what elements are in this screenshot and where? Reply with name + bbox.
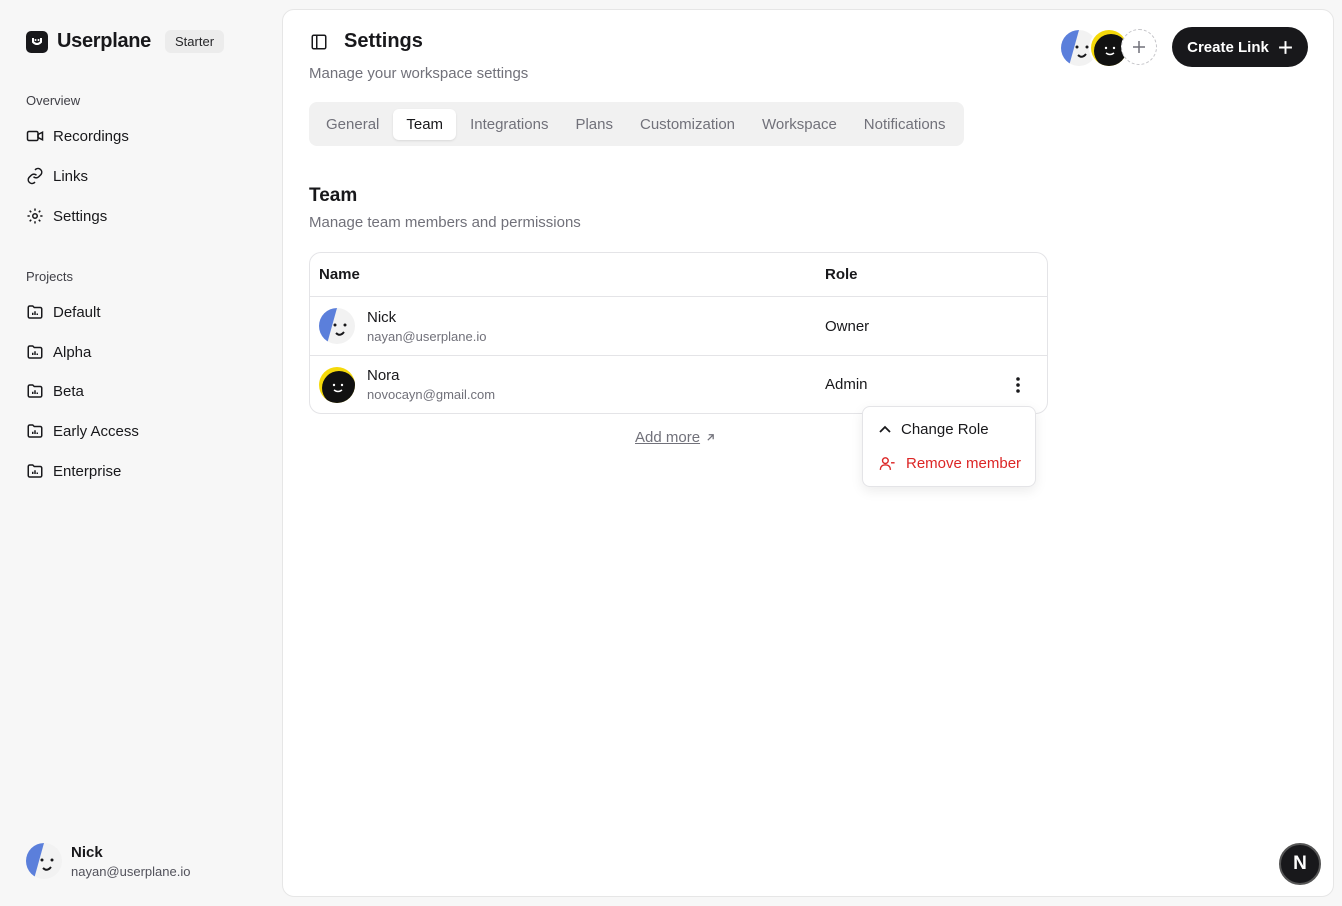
- settings-tabs: General Team Integrations Plans Customiz…: [309, 102, 964, 146]
- sidebar-item-label: Enterprise: [53, 462, 122, 480]
- tab-general[interactable]: General: [313, 109, 392, 140]
- folder-chart-icon: [27, 305, 43, 319]
- main-panel: Settings Manage your workspace settings …: [282, 9, 1334, 897]
- tab-notifications[interactable]: Notifications: [851, 109, 959, 140]
- sidebar-toggle-icon[interactable]: [310, 33, 328, 51]
- member-role: Admin: [825, 376, 868, 393]
- sidebar-item-label: Links: [53, 167, 89, 185]
- member-email: nayan@userplane.io: [367, 328, 487, 344]
- sidebar-item-label: Early Access: [53, 422, 139, 440]
- column-header-role: Role: [825, 266, 858, 283]
- plan-badge: Starter: [165, 30, 225, 53]
- sidebar-item-settings[interactable]: Settings: [26, 205, 107, 227]
- team-section-title: Team: [309, 185, 358, 206]
- brand-name: Userplane: [57, 30, 152, 52]
- avatar: [26, 843, 62, 879]
- folder-chart-icon: [27, 345, 43, 359]
- gear-icon: [27, 208, 43, 224]
- sidebar-item-label: Settings: [53, 207, 108, 225]
- sidebar-item-default[interactable]: Default: [26, 301, 101, 323]
- link-icon: [27, 167, 43, 185]
- dev-indicator-badge[interactable]: N: [1279, 843, 1321, 885]
- folder-chart-icon: [27, 424, 43, 438]
- sidebar-item-alpha[interactable]: Alpha: [26, 341, 91, 363]
- tab-customization[interactable]: Customization: [627, 109, 748, 140]
- table-row: Nora novocayn@gmail.com Admin: [310, 355, 1047, 413]
- current-user-name: Nick: [71, 843, 103, 861]
- member-name: Nick: [367, 308, 397, 326]
- team-section-subtitle: Manage team members and permissions: [309, 214, 581, 231]
- member-name: Nora: [367, 367, 400, 384]
- table-row: Nick nayan@userplane.io Owner: [310, 297, 1047, 355]
- sidebar-item-label: Default: [53, 303, 101, 321]
- userplane-logo-icon: [26, 30, 48, 53]
- video-icon: [26, 130, 44, 142]
- page-subtitle: Manage your workspace settings: [309, 65, 529, 82]
- remove-member-label: Remove member: [906, 454, 1022, 472]
- sidebar-item-beta[interactable]: Beta: [26, 380, 84, 402]
- member-email: novocayn@gmail.com: [367, 387, 496, 402]
- plus-icon: [1278, 40, 1292, 54]
- more-vertical-icon[interactable]: [1008, 375, 1028, 395]
- add-member-icon[interactable]: [1121, 29, 1157, 65]
- tab-team[interactable]: Team: [393, 108, 457, 140]
- member-actions-menu: Change Role Remove member: [862, 406, 1036, 487]
- sidebar-item-enterprise[interactable]: Enterprise: [26, 460, 121, 482]
- brand[interactable]: Userplane Starter: [26, 30, 225, 53]
- sidebar-item-early-access[interactable]: Early Access: [26, 420, 139, 442]
- member-role: Owner: [825, 317, 870, 335]
- column-header-name: Name: [319, 266, 360, 283]
- current-user-card[interactable]: Nick nayan@userplane.io: [26, 843, 190, 879]
- folder-chart-icon: [27, 464, 43, 478]
- folder-chart-icon: [27, 384, 43, 398]
- current-user-email: nayan@userplane.io: [71, 863, 191, 879]
- member-cell: Nick nayan@userplane.io: [310, 308, 825, 344]
- tab-integrations[interactable]: Integrations: [457, 109, 561, 140]
- member-cell: Nora novocayn@gmail.com: [310, 366, 825, 403]
- chevron-up-icon: [879, 425, 891, 433]
- change-role-menu-item[interactable]: Change Role: [868, 412, 1030, 446]
- remove-member-menu-item[interactable]: Remove member: [868, 446, 1030, 480]
- change-role-label: Change Role: [901, 420, 989, 438]
- sidebar-item-links[interactable]: Links: [26, 165, 88, 187]
- create-link-label: Create Link: [1187, 38, 1269, 56]
- projects-section-label: Projects: [26, 269, 73, 284]
- team-avatar-stack[interactable]: [1059, 28, 1157, 68]
- sidebar: Userplane Starter Overview Recordings Li…: [0, 0, 282, 906]
- tab-workspace[interactable]: Workspace: [749, 109, 850, 140]
- arrow-up-right-icon: [707, 434, 714, 441]
- avatar: [319, 366, 355, 403]
- sidebar-item-label: Alpha: [53, 343, 92, 361]
- team-table: Name Role Nick nayan@userplane.io Owner: [309, 252, 1048, 414]
- add-more-label: Add more: [635, 429, 701, 446]
- user-minus-icon: [879, 456, 895, 470]
- page-title: Settings: [344, 30, 423, 52]
- sidebar-item-recordings[interactable]: Recordings: [26, 125, 129, 147]
- sidebar-item-label: Recordings: [53, 127, 129, 145]
- sidebar-item-label: Beta: [53, 382, 84, 400]
- tab-plans[interactable]: Plans: [562, 109, 626, 140]
- create-link-button[interactable]: Create Link: [1172, 27, 1308, 67]
- overview-section-label: Overview: [26, 93, 81, 108]
- add-more-link[interactable]: Add more: [635, 429, 715, 446]
- avatar: [319, 308, 355, 344]
- table-header: Name Role: [310, 253, 1047, 297]
